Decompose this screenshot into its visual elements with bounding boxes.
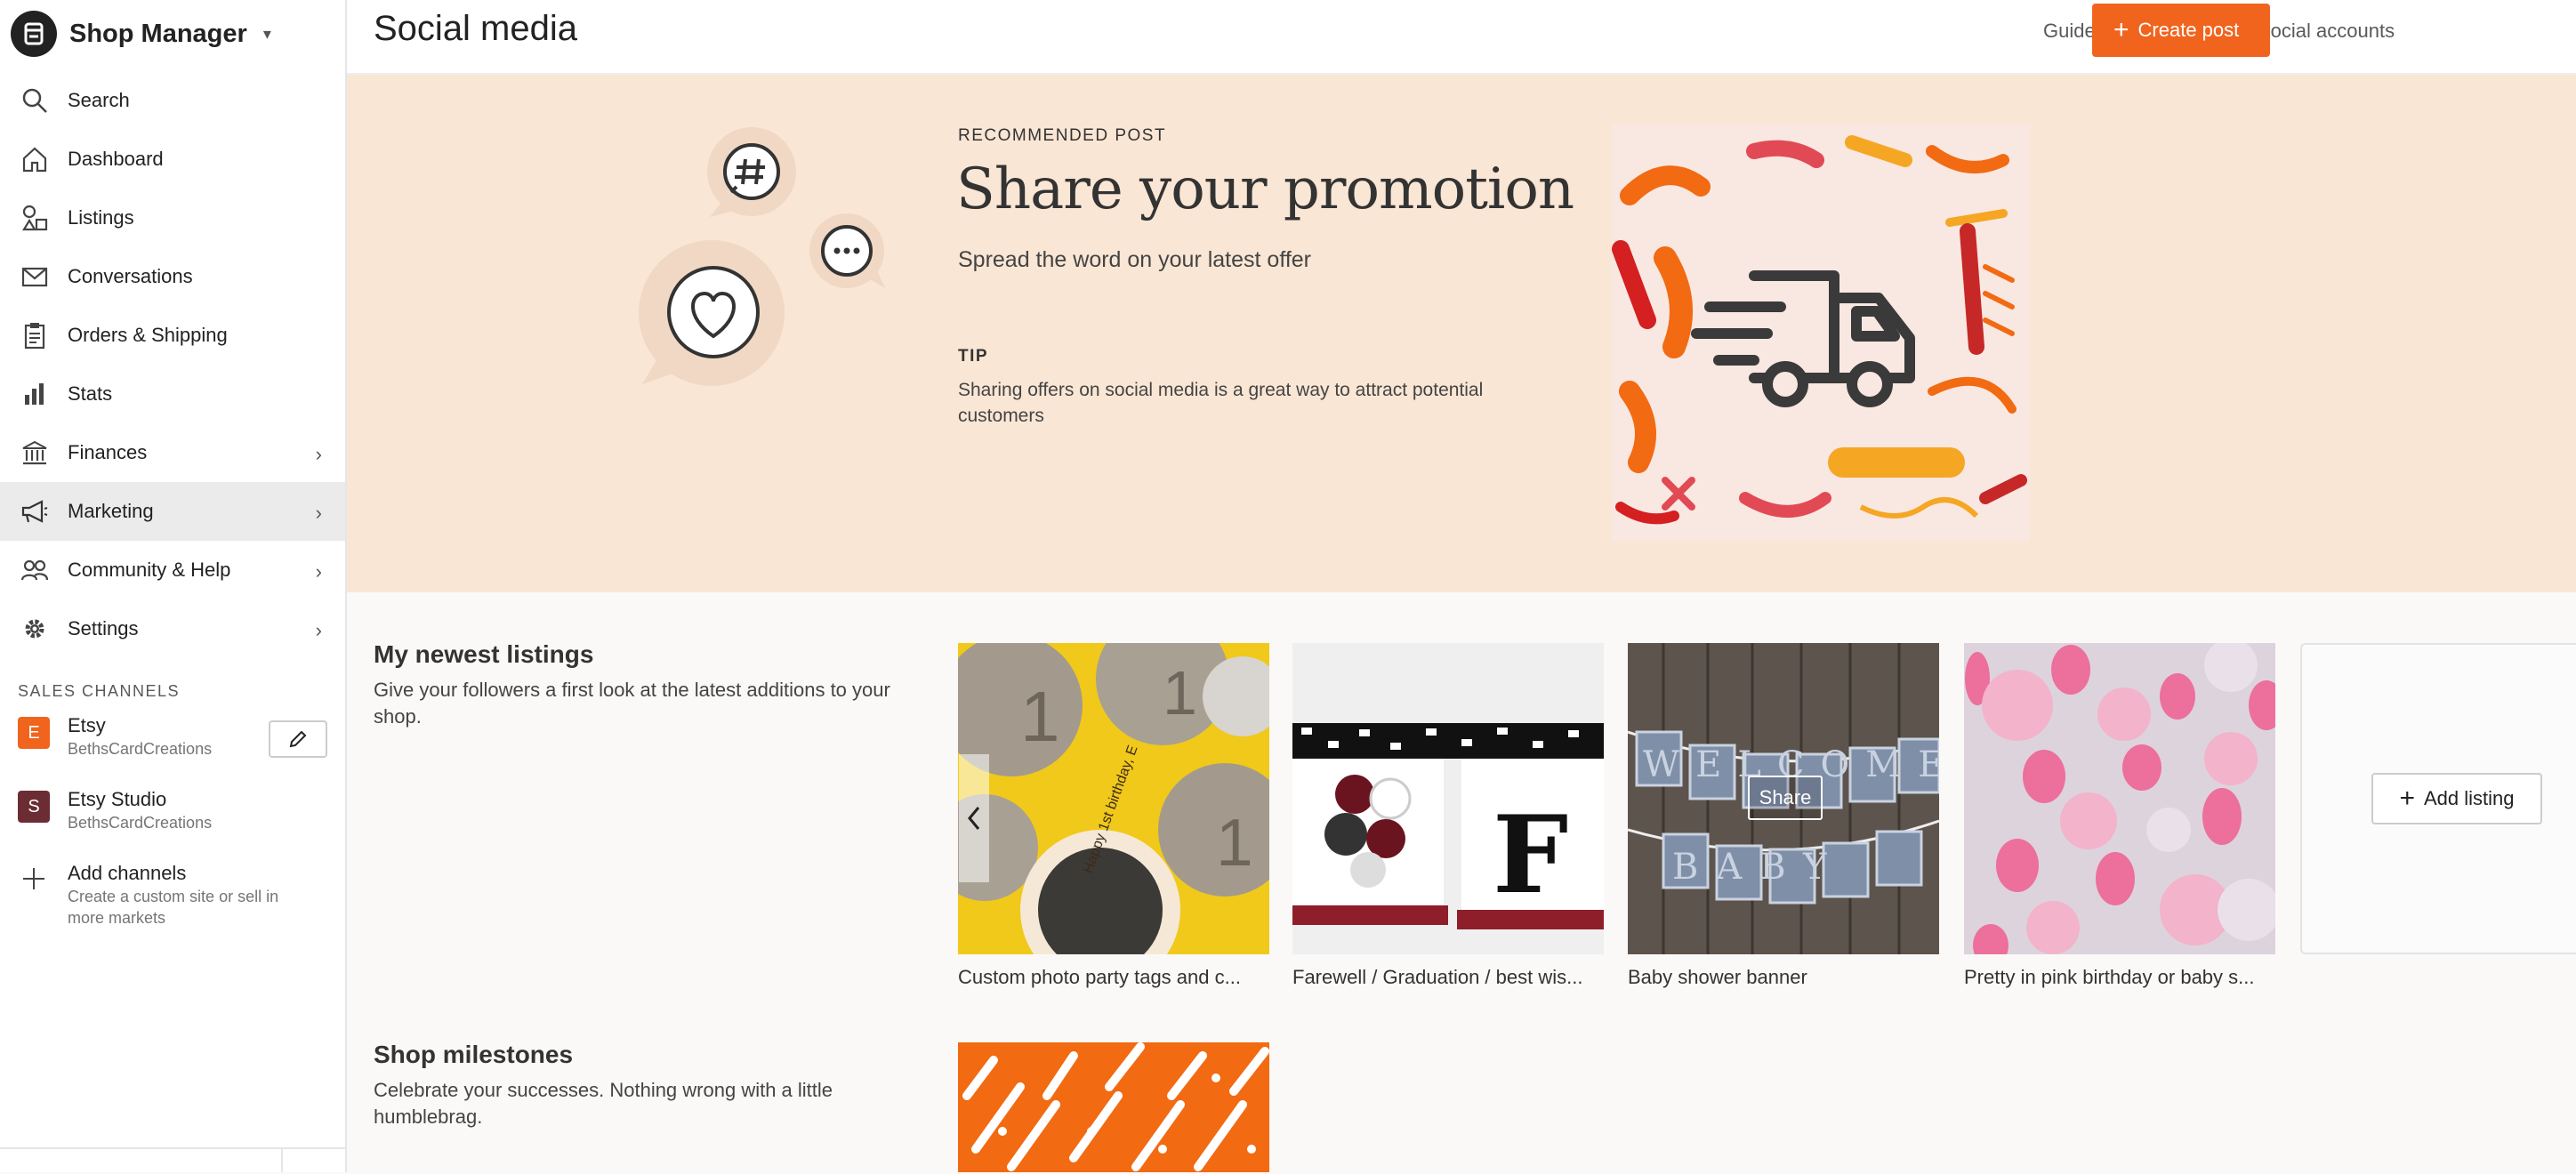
sales-channels-heading: SALES CHANNELS [18, 682, 181, 700]
chevron-right-icon: › [315, 502, 322, 524]
shop-manager-title: Shop Manager [69, 19, 247, 48]
promotion-image[interactable] [1612, 125, 2030, 541]
channel-name: Etsy Studio [68, 788, 167, 810]
chevron-left-icon [968, 807, 980, 830]
carousel-prev-button[interactable] [959, 754, 989, 882]
milestone-pattern [958, 1042, 1269, 1172]
channel-shop-name: BethsCardCreations [68, 814, 213, 832]
banner-letter: F [1493, 792, 1568, 918]
shop-manager-menu[interactable]: Shop Manager ▾ [11, 11, 271, 57]
sidebar-item-settings[interactable]: Settings › [0, 599, 345, 658]
tip-text: Sharing offers on social media is a grea… [958, 380, 1484, 426]
listing-image-pink-garland [1964, 643, 2275, 954]
plus-icon: + [2113, 15, 2129, 44]
svg-text:1: 1 [1216, 805, 1253, 880]
sidebar-item-label: Stats [68, 382, 113, 405]
svg-text:1: 1 [1163, 658, 1197, 728]
caret-down-icon: ▾ [262, 24, 271, 43]
add-channels-button[interactable]: Add channels Create a custom site or sel… [18, 861, 317, 929]
add-channels-title: Add channels [68, 862, 187, 884]
sidebar-item-label: Conversations [68, 265, 193, 287]
add-channels-desc: Create a custom site or sell in more mar… [68, 888, 279, 927]
sidebar-item-label: Community & Help [68, 559, 231, 581]
plus-icon: + [2399, 784, 2415, 813]
sidebar-item-stats[interactable]: Stats [0, 365, 345, 423]
sidebar-item-marketing[interactable]: Marketing › [0, 482, 345, 541]
add-listing-button[interactable]: + Add listing [2371, 773, 2542, 824]
shop-milestones-desc: Celebrate your successes. Nothing wrong … [374, 1079, 833, 1128]
listing-tile-4[interactable] [1964, 643, 2275, 954]
page-title: Social media [374, 9, 578, 48]
people-icon [18, 553, 52, 587]
listing-caption-1: Custom photo party tags and c... [958, 966, 1241, 988]
recommended-post-label: RECOMMENDED POST [958, 126, 1167, 145]
delivery-truck-illustration [1612, 125, 2030, 541]
tip-label: TIP [958, 347, 989, 366]
listing-tile-1[interactable]: 1 1 1 Happy 1st birthday, E [958, 643, 1269, 954]
listing-image-farewell-banner: F [1292, 643, 1604, 954]
etsy-channel-badge: E [18, 717, 50, 749]
chevron-right-icon: › [315, 560, 322, 583]
shop-manager-logo-icon [11, 11, 57, 57]
sidebar-item-listings[interactable]: Listings [0, 189, 345, 247]
sidebar-item-label: Settings [68, 617, 139, 639]
svg-text:1: 1 [1020, 677, 1060, 756]
banner-word-2: BABY [1672, 847, 1844, 888]
pencil-icon [289, 730, 307, 748]
sidebar-item-label: Marketing [68, 500, 154, 522]
channel-etsy-studio[interactable]: S Etsy Studio BethsCardCreations [18, 787, 212, 833]
create-post-label: Create post [2137, 19, 2240, 41]
newest-listings-title: My newest listings [374, 640, 594, 668]
bar-chart-icon [18, 377, 52, 411]
social-bubbles-illustration [639, 127, 885, 386]
sidebar-item-label: Listings [68, 206, 134, 229]
social-accounts-link[interactable]: Social accounts [2258, 20, 2395, 43]
add-listing-label: Add listing [2424, 787, 2515, 809]
home-icon [18, 142, 52, 176]
sidebar-item-community[interactable]: Community & Help › [0, 541, 345, 599]
listing-caption-2: Farewell / Graduation / best wis... [1292, 966, 1583, 988]
sidebar-item-label: Orders & Shipping [68, 324, 228, 346]
sidebar: Shop Manager ▾ Search Dashboard Listings… [0, 0, 347, 1172]
share-listing-button[interactable]: Share [1748, 776, 1823, 820]
listing-caption-3: Baby shower banner [1628, 966, 1807, 988]
sidebar-item-conversations[interactable]: Conversations [0, 247, 345, 306]
recommended-post-subtitle: Spread the word on your latest offer [958, 247, 1311, 272]
sidebar-item-finances[interactable]: Finances › [0, 423, 345, 482]
sidebar-item-label: Search [68, 89, 130, 111]
clipboard-icon [18, 318, 52, 352]
sidebar-item-dashboard[interactable]: Dashboard [0, 130, 345, 189]
channel-shop-name: BethsCardCreations [68, 740, 213, 758]
megaphone-icon [18, 495, 52, 528]
footer-divider [281, 1147, 283, 1172]
listing-caption-4: Pretty in pink birthday or baby s... [1964, 966, 2255, 988]
listing-image-party-tags: 1 1 1 Happy 1st birthday, E [958, 643, 1269, 954]
sidebar-item-label: Finances [68, 441, 148, 463]
sidebar-item-search[interactable]: Search [0, 71, 345, 130]
newest-listings-desc: Give your followers a first look at the … [374, 679, 890, 728]
mail-icon [18, 260, 52, 294]
chevron-right-icon: › [315, 443, 322, 465]
listing-tile-2[interactable]: F [1292, 643, 1604, 954]
shop-milestones-title: Shop milestones [374, 1041, 574, 1068]
bank-icon [18, 436, 52, 470]
recommended-post-title: Share your promotion [956, 157, 1574, 222]
chevron-right-icon: › [315, 619, 322, 641]
create-post-button[interactable]: + Create post [2092, 4, 2270, 57]
gear-icon [18, 612, 52, 646]
channel-etsy[interactable]: E Etsy BethsCardCreations [18, 713, 212, 760]
search-icon [18, 84, 52, 117]
sidebar-footer [0, 1147, 345, 1174]
sidebar-item-label: Dashboard [68, 148, 164, 170]
channel-name: Etsy [68, 714, 106, 736]
edit-channel-button[interactable] [269, 720, 327, 758]
sidebar-item-orders[interactable]: Orders & Shipping [0, 306, 345, 365]
milestone-image[interactable] [958, 1042, 1269, 1172]
etsy-studio-channel-badge: S [18, 791, 50, 823]
plus-icon [18, 863, 50, 895]
listings-icon [18, 201, 52, 235]
sidebar-nav: Search Dashboard Listings Conversations … [0, 71, 345, 658]
